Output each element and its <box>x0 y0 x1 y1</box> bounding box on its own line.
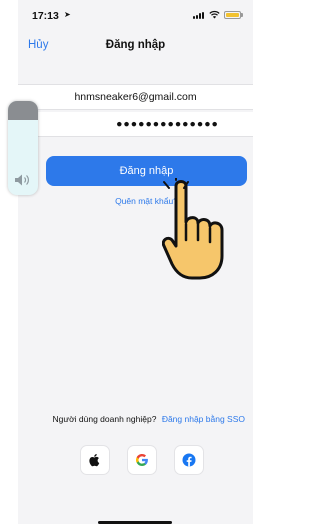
sso-link[interactable]: Đăng nhập bằng SSO <box>162 414 245 424</box>
facebook-login-button[interactable] <box>174 445 204 475</box>
google-icon <box>136 454 148 466</box>
nav-bar: Hủy Đăng nhập <box>18 32 253 62</box>
google-login-button[interactable] <box>127 445 157 475</box>
sso-row: Người dùng doanh nghiệp? Đăng nhập bằng … <box>18 414 245 424</box>
location-arrow-icon: ➤ <box>64 10 71 19</box>
status-bar: 17:13 ➤ <box>18 0 253 32</box>
apple-icon <box>89 454 100 467</box>
signal-icon <box>193 12 205 19</box>
speaker-icon <box>15 174 29 186</box>
volume-overlay[interactable] <box>8 101 38 195</box>
password-value: ●●●●●●●●●●●●●● <box>116 118 219 130</box>
volume-level-track <box>8 101 38 120</box>
page-title: Đăng nhập <box>105 39 166 51</box>
sso-question: Người dùng doanh nghiệp? <box>52 414 157 424</box>
wifi-icon <box>209 10 220 19</box>
battery-icon <box>224 11 241 19</box>
email-field[interactable]: hnmsneaker6@gmail.com <box>18 84 253 110</box>
tap-hand-cursor-icon <box>162 178 224 280</box>
password-field[interactable]: ●●●●●●●●●●●●●● <box>18 112 253 137</box>
status-time: 17:13 <box>32 10 59 22</box>
apple-login-button[interactable] <box>80 445 110 475</box>
facebook-icon <box>182 453 196 467</box>
